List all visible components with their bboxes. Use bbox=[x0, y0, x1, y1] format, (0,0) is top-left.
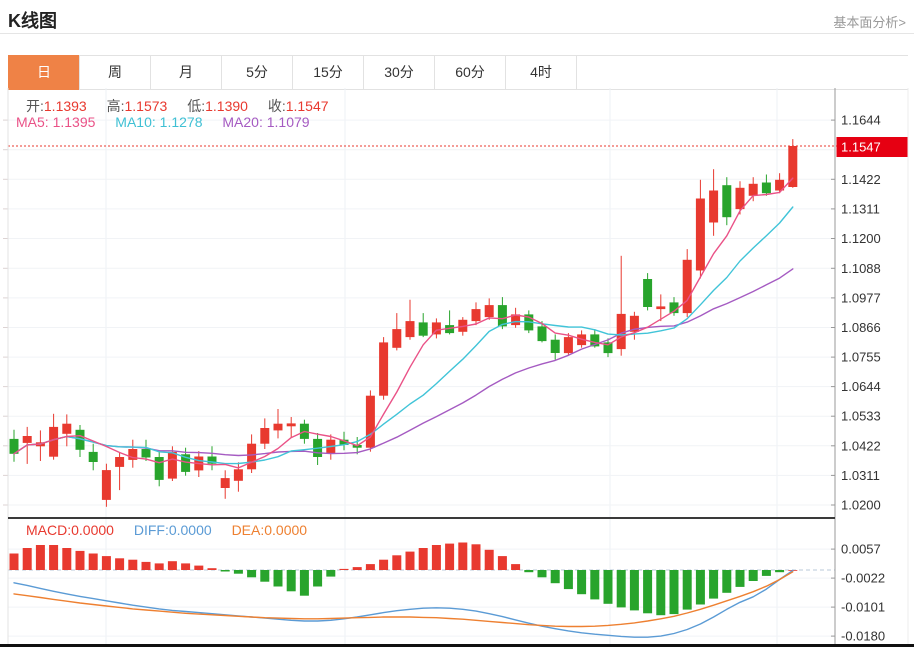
current-price-tag: 1.1547 bbox=[837, 137, 908, 157]
svg-text:1.1088: 1.1088 bbox=[841, 261, 881, 276]
close-value: 1.1547 bbox=[286, 98, 329, 114]
svg-text:0.0057: 0.0057 bbox=[841, 542, 881, 557]
svg-text:1.0977: 1.0977 bbox=[841, 290, 881, 305]
low-value: 1.1390 bbox=[205, 98, 248, 114]
ma20-value: 1.1079 bbox=[267, 114, 310, 130]
ma10-readout: MA10: 1.1278 bbox=[115, 114, 202, 130]
svg-text:1.0311: 1.0311 bbox=[841, 468, 880, 483]
svg-text:1.0200: 1.0200 bbox=[841, 498, 881, 513]
ma5-value: 1.1395 bbox=[53, 114, 96, 130]
svg-text:-0.0180: -0.0180 bbox=[841, 629, 885, 644]
open-readout: 开:1.1393 bbox=[26, 98, 87, 114]
dea-value: 0.0000 bbox=[264, 522, 307, 538]
svg-text:-0.0101: -0.0101 bbox=[841, 600, 885, 615]
svg-text:1.1547: 1.1547 bbox=[841, 140, 881, 155]
ma10-value: 1.1278 bbox=[160, 114, 203, 130]
ohlc-legend: 开:1.1393 高:1.1573 低:1.1390 收:1.1547 bbox=[26, 96, 345, 116]
close-readout: 收:1.1547 bbox=[268, 98, 329, 114]
svg-text:1.1200: 1.1200 bbox=[841, 231, 881, 246]
high-readout: 高:1.1573 bbox=[107, 98, 168, 114]
dea-readout: DEA:0.0000 bbox=[232, 522, 308, 538]
svg-text:1.0866: 1.0866 bbox=[841, 320, 881, 335]
macd-value: 0.0000 bbox=[71, 522, 114, 538]
svg-text:1.0755: 1.0755 bbox=[841, 350, 881, 365]
high-value: 1.1573 bbox=[125, 98, 168, 114]
ma20-readout: MA20: 1.1079 bbox=[222, 114, 309, 130]
svg-text:1.1422: 1.1422 bbox=[841, 172, 881, 187]
macd-legend: MACD:0.0000 DIFF:0.0000 DEA:0.0000 bbox=[26, 522, 323, 538]
ma-legend: MA5: 1.1395 MA10: 1.1278 MA20: 1.1079 bbox=[16, 114, 326, 130]
svg-text:1.1644: 1.1644 bbox=[841, 113, 881, 128]
svg-text:1.1311: 1.1311 bbox=[841, 201, 880, 216]
svg-text:1.0422: 1.0422 bbox=[841, 438, 881, 453]
ma5-readout: MA5: 1.1395 bbox=[16, 114, 95, 130]
svg-text:1.0533: 1.0533 bbox=[841, 409, 881, 424]
low-readout: 低:1.1390 bbox=[187, 98, 248, 114]
open-value: 1.1393 bbox=[44, 98, 87, 114]
diff-value: 0.0000 bbox=[169, 522, 212, 538]
macd-readout: MACD:0.0000 bbox=[26, 522, 114, 538]
svg-text:-0.0022: -0.0022 bbox=[841, 571, 885, 586]
svg-text:1.0644: 1.0644 bbox=[841, 379, 881, 394]
kline-page: K线图 基本面分析> 日周月5分15分30分60分4时 1.16441.1422… bbox=[0, 0, 914, 649]
diff-readout: DIFF:0.0000 bbox=[134, 522, 212, 538]
